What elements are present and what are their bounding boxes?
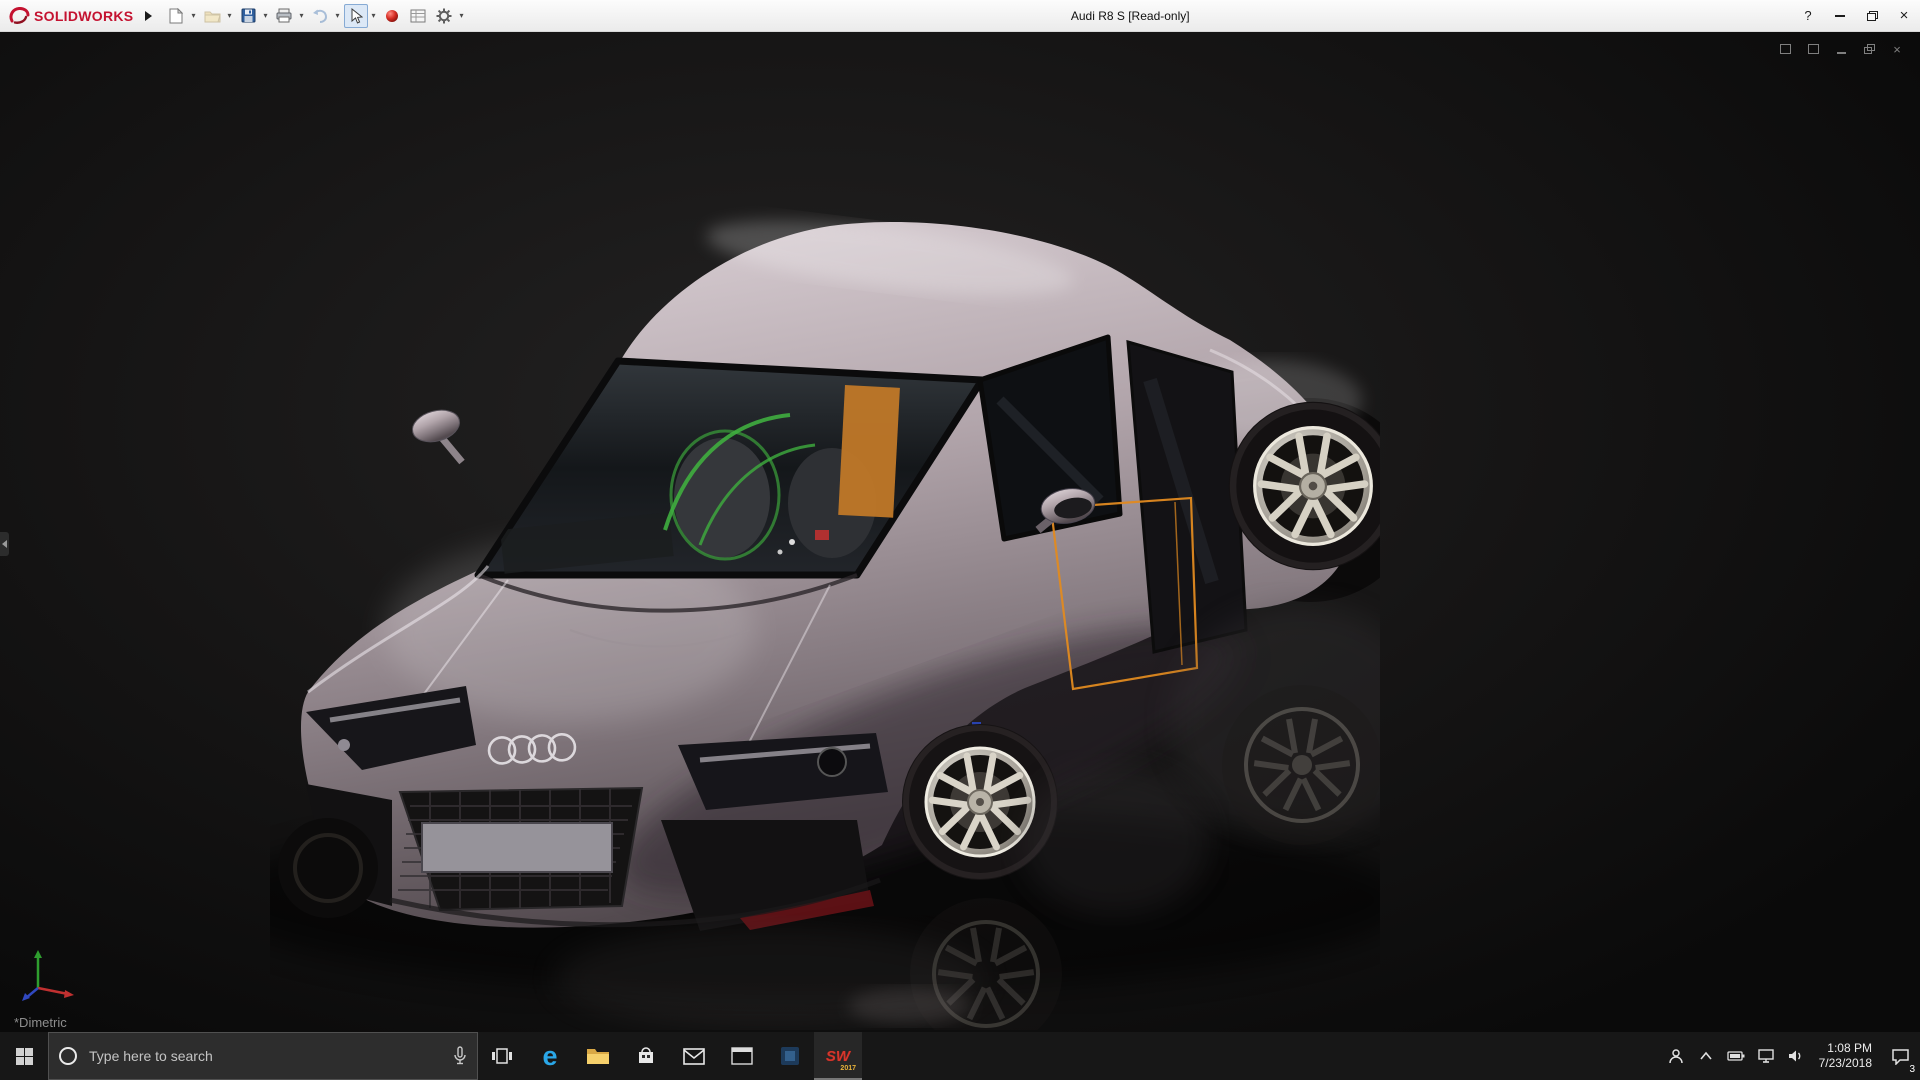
taskbar-search[interactable] bbox=[48, 1032, 478, 1080]
notification-badge: 3 bbox=[1909, 1064, 1915, 1075]
start-button[interactable] bbox=[0, 1032, 48, 1080]
select-tool-dropdown[interactable]: ▾ bbox=[368, 11, 378, 20]
solidworks-logo: SOLIDWORKS bbox=[8, 6, 133, 26]
system-tray: 1:08 PM 7/23/2018 3 bbox=[1663, 1032, 1920, 1080]
action-center-button[interactable]: 3 bbox=[1882, 1032, 1918, 1080]
battery-icon bbox=[1727, 1050, 1745, 1062]
solidworks-year-label: 2017 bbox=[840, 1065, 856, 1072]
volume-icon bbox=[1787, 1049, 1805, 1063]
options-button[interactable] bbox=[432, 4, 456, 28]
doc-restore-icon bbox=[1864, 44, 1875, 54]
save-button[interactable] bbox=[236, 4, 260, 28]
doc-close-button[interactable]: × bbox=[1890, 42, 1904, 56]
window-controls: ? × bbox=[1792, 0, 1920, 32]
undo-icon bbox=[312, 9, 328, 23]
doc-minimize-icon bbox=[1837, 52, 1846, 54]
open-button[interactable] bbox=[200, 4, 224, 28]
taskbar-mail-button[interactable] bbox=[670, 1032, 718, 1080]
edge-icon: e bbox=[542, 1043, 557, 1070]
command-prompt-icon bbox=[731, 1047, 753, 1065]
open-dropdown[interactable]: ▾ bbox=[224, 11, 234, 20]
doc-window-icon bbox=[1780, 44, 1791, 54]
print-icon bbox=[276, 8, 292, 23]
select-tool-button[interactable] bbox=[344, 4, 368, 28]
print-dropdown[interactable]: ▾ bbox=[296, 11, 306, 20]
show-hidden-icons-button[interactable] bbox=[1693, 1035, 1719, 1077]
undo-dropdown[interactable]: ▾ bbox=[332, 11, 342, 20]
close-button[interactable]: × bbox=[1888, 0, 1920, 32]
chevron-left-icon bbox=[2, 540, 7, 548]
windows-logo-icon bbox=[16, 1048, 33, 1065]
taskbar-clock[interactable]: 1:08 PM 7/23/2018 bbox=[1813, 1041, 1878, 1071]
taskbar-edge-button[interactable]: e bbox=[526, 1032, 574, 1080]
orientation-triad[interactable] bbox=[20, 946, 80, 1002]
store-icon bbox=[636, 1046, 656, 1066]
people-button[interactable] bbox=[1663, 1035, 1689, 1077]
doc-window-icon bbox=[1808, 44, 1819, 54]
new-document-button[interactable] bbox=[164, 4, 188, 28]
people-icon bbox=[1667, 1048, 1685, 1064]
save-dropdown[interactable]: ▾ bbox=[260, 11, 270, 20]
feature-tree-collapse-tab[interactable] bbox=[0, 532, 9, 556]
view-orientation-label: *Dimetric bbox=[14, 1015, 67, 1030]
file-properties-button[interactable] bbox=[406, 4, 430, 28]
open-folder-icon bbox=[204, 9, 221, 23]
print-button[interactable] bbox=[272, 4, 296, 28]
save-icon bbox=[241, 8, 256, 23]
cortana-icon[interactable] bbox=[59, 1047, 77, 1065]
ds-logo-icon bbox=[8, 6, 30, 26]
taskbar-pinned-app-button[interactable] bbox=[766, 1032, 814, 1080]
restore-button[interactable] bbox=[1856, 0, 1888, 32]
taskbar-command-prompt-button[interactable] bbox=[718, 1032, 766, 1080]
doc-newwindow-button[interactable] bbox=[1778, 42, 1792, 56]
network-status-button[interactable] bbox=[1753, 1035, 1779, 1077]
restore-icon bbox=[1867, 11, 1878, 21]
doc-restore-button[interactable] bbox=[1862, 42, 1876, 56]
file-properties-icon bbox=[410, 9, 426, 23]
select-cursor-icon bbox=[350, 8, 363, 24]
clock-time: 1:08 PM bbox=[1819, 1041, 1872, 1056]
battery-status-button[interactable] bbox=[1723, 1035, 1749, 1077]
taskbar-file-explorer-button[interactable] bbox=[574, 1032, 622, 1080]
mail-icon bbox=[683, 1048, 705, 1065]
undo-button[interactable] bbox=[308, 4, 332, 28]
minimize-button[interactable] bbox=[1824, 0, 1856, 32]
new-document-icon bbox=[169, 8, 183, 24]
document-window-controls: × bbox=[1778, 42, 1904, 56]
solidworks-icon: SW bbox=[826, 1048, 850, 1065]
document-title: Audi R8 S [Read-only] bbox=[468, 9, 1792, 23]
titlebar: SOLIDWORKS ▾ ▾ bbox=[0, 0, 1920, 32]
doc-minimize-button[interactable] bbox=[1834, 42, 1848, 56]
file-explorer-icon bbox=[586, 1046, 610, 1066]
chevron-up-icon bbox=[1699, 1051, 1713, 1061]
taskbar-solidworks-button[interactable]: SW 2017 bbox=[814, 1032, 862, 1080]
search-input[interactable] bbox=[87, 1047, 443, 1065]
graphics-viewport[interactable]: × bbox=[0, 32, 1920, 1032]
main-toolbar: ▾ ▾ ▾ bbox=[164, 4, 468, 28]
brand-name: SOLIDWORKS bbox=[34, 8, 133, 24]
help-button[interactable]: ? bbox=[1792, 0, 1824, 32]
clock-date: 7/23/2018 bbox=[1819, 1056, 1872, 1071]
new-document-dropdown[interactable]: ▾ bbox=[188, 11, 198, 20]
windows-taskbar: e SW 2017 bbox=[0, 1032, 1920, 1080]
taskbar-store-button[interactable] bbox=[622, 1032, 670, 1080]
doc-cascade-button[interactable] bbox=[1806, 42, 1820, 56]
expand-commandmanager-icon[interactable] bbox=[145, 11, 152, 21]
gear-icon bbox=[436, 8, 452, 24]
render-sphere-button[interactable] bbox=[380, 4, 404, 28]
red-sphere-icon bbox=[385, 9, 399, 23]
task-view-button[interactable] bbox=[478, 1032, 526, 1080]
microphone-icon[interactable] bbox=[453, 1046, 467, 1066]
car-model-render[interactable] bbox=[270, 200, 1380, 1030]
pinned-app-icon bbox=[780, 1046, 800, 1066]
options-dropdown[interactable]: ▾ bbox=[456, 11, 466, 20]
task-view-icon bbox=[491, 1046, 513, 1066]
minimize-icon bbox=[1835, 15, 1845, 17]
volume-button[interactable] bbox=[1783, 1035, 1809, 1077]
action-center-icon bbox=[1891, 1048, 1910, 1065]
network-icon bbox=[1757, 1049, 1775, 1063]
